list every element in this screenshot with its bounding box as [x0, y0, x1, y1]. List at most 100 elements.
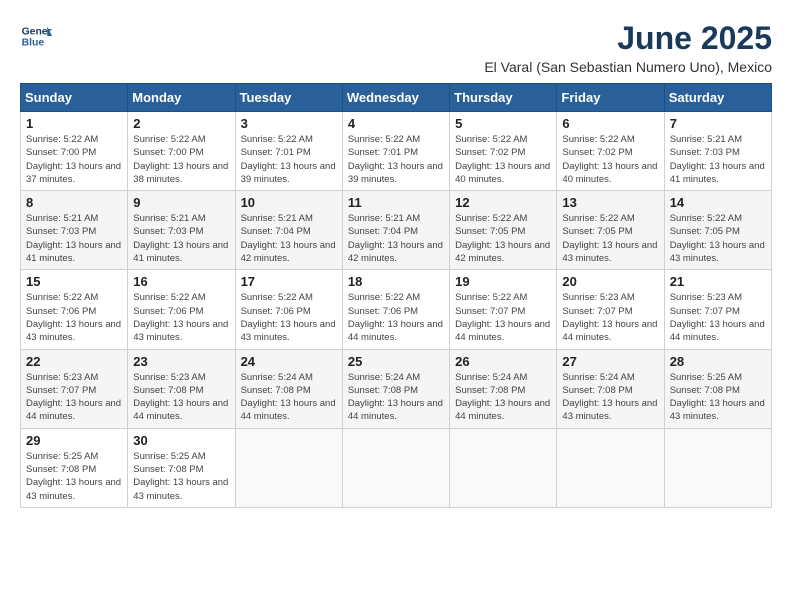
day-number: 25 [348, 354, 444, 369]
header-tuesday: Tuesday [235, 84, 342, 112]
calendar-cell: 17 Sunrise: 5:22 AMSunset: 7:06 PMDayligh… [235, 270, 342, 349]
day-number: 21 [670, 274, 766, 289]
day-number: 6 [562, 116, 658, 131]
day-info: Sunrise: 5:21 AMSunset: 7:03 PMDaylight:… [26, 212, 122, 265]
calendar-cell: 19Sunrise: 5:22 AMSunset: 7:07 PMDayligh… [450, 270, 557, 349]
location-title: El Varal (San Sebastian Numero Uno), Mex… [484, 59, 772, 75]
calendar-cell: 22Sunrise: 5:23 AMSunset: 7:07 PMDayligh… [21, 349, 128, 428]
day-number: 5 [455, 116, 551, 131]
day-number: 27 [562, 354, 658, 369]
calendar-cell: 7 Sunrise: 5:21 AMSunset: 7:03 PMDaylight… [664, 112, 771, 191]
calendar-cell: 30Sunrise: 5:25 AMSunset: 7:08 PMDayligh… [128, 428, 235, 507]
calendar-cell: 11Sunrise: 5:21 AMSunset: 7:04 PMDayligh… [342, 191, 449, 270]
day-number: 26 [455, 354, 551, 369]
calendar-cell [342, 428, 449, 507]
day-number: 20 [562, 274, 658, 289]
day-number: 11 [348, 195, 444, 210]
page-header: General Blue June 2025 El Varal (San Seb… [20, 20, 772, 75]
day-info: Sunrise: 5:21 AMSunset: 7:03 PMDaylight:… [670, 133, 766, 186]
header-wednesday: Wednesday [342, 84, 449, 112]
calendar-cell: 2 Sunrise: 5:22 AMSunset: 7:00 PMDaylight… [128, 112, 235, 191]
calendar-cell: 8 Sunrise: 5:21 AMSunset: 7:03 PMDaylight… [21, 191, 128, 270]
day-info: Sunrise: 5:22 AMSunset: 7:06 PMDaylight:… [348, 291, 444, 344]
day-number: 13 [562, 195, 658, 210]
day-info: Sunrise: 5:25 AMSunset: 7:08 PMDaylight:… [670, 371, 766, 424]
day-info: Sunrise: 5:22 AMSunset: 7:05 PMDaylight:… [670, 212, 766, 265]
calendar-cell: 13 Sunrise: 5:22 AMSunset: 7:05 PMDayligh… [557, 191, 664, 270]
day-number: 12 [455, 195, 551, 210]
day-number: 4 [348, 116, 444, 131]
logo: General Blue [20, 20, 52, 52]
calendar-cell: 18Sunrise: 5:22 AMSunset: 7:06 PMDayligh… [342, 270, 449, 349]
calendar-cell: 26 Sunrise: 5:24 AMSunset: 7:08 PMDayligh… [450, 349, 557, 428]
header-friday: Friday [557, 84, 664, 112]
calendar-cell: 24Sunrise: 5:24 AMSunset: 7:08 PMDayligh… [235, 349, 342, 428]
calendar-row-0: 1 Sunrise: 5:22 AMSunset: 7:00 PMDaylight… [21, 112, 772, 191]
calendar-cell: 6 Sunrise: 5:22 AMSunset: 7:02 PMDaylight… [557, 112, 664, 191]
day-info: Sunrise: 5:22 AMSunset: 7:00 PMDaylight:… [133, 133, 229, 186]
day-number: 2 [133, 116, 229, 131]
day-info: Sunrise: 5:22 AMSunset: 7:06 PMDaylight:… [241, 291, 337, 344]
day-info: Sunrise: 5:22 AMSunset: 7:00 PMDaylight:… [26, 133, 122, 186]
day-number: 24 [241, 354, 337, 369]
day-number: 23 [133, 354, 229, 369]
calendar-row-4: 29Sunrise: 5:25 AMSunset: 7:08 PMDayligh… [21, 428, 772, 507]
day-number: 19 [455, 274, 551, 289]
calendar-cell: 9Sunrise: 5:21 AMSunset: 7:03 PMDaylight… [128, 191, 235, 270]
day-info: Sunrise: 5:22 AMSunset: 7:01 PMDaylight:… [241, 133, 337, 186]
day-info: Sunrise: 5:22 AMSunset: 7:05 PMDaylight:… [562, 212, 658, 265]
day-info: Sunrise: 5:24 AMSunset: 7:08 PMDaylight:… [455, 371, 551, 424]
calendar-cell: 29Sunrise: 5:25 AMSunset: 7:08 PMDayligh… [21, 428, 128, 507]
calendar-cell [664, 428, 771, 507]
header-sunday: Sunday [21, 84, 128, 112]
day-number: 14 [670, 195, 766, 210]
calendar-cell: 16Sunrise: 5:22 AMSunset: 7:06 PMDayligh… [128, 270, 235, 349]
calendar-cell: 15 Sunrise: 5:22 AMSunset: 7:06 PMDayligh… [21, 270, 128, 349]
day-info: Sunrise: 5:21 AMSunset: 7:04 PMDaylight:… [241, 212, 337, 265]
day-info: Sunrise: 5:22 AMSunset: 7:02 PMDaylight:… [455, 133, 551, 186]
calendar-cell [450, 428, 557, 507]
day-number: 15 [26, 274, 122, 289]
calendar-cell: 25 Sunrise: 5:24 AMSunset: 7:08 PMDayligh… [342, 349, 449, 428]
day-info: Sunrise: 5:23 AMSunset: 7:07 PMDaylight:… [562, 291, 658, 344]
day-number: 8 [26, 195, 122, 210]
day-info: Sunrise: 5:22 AMSunset: 7:05 PMDaylight:… [455, 212, 551, 265]
logo-icon: General Blue [20, 20, 52, 52]
calendar-cell: 12 Sunrise: 5:22 AMSunset: 7:05 PMDayligh… [450, 191, 557, 270]
day-number: 10 [241, 195, 337, 210]
day-number: 28 [670, 354, 766, 369]
day-number: 17 [241, 274, 337, 289]
day-number: 3 [241, 116, 337, 131]
day-number: 1 [26, 116, 122, 131]
calendar-cell: 21 Sunrise: 5:23 AMSunset: 7:07 PMDayligh… [664, 270, 771, 349]
day-info: Sunrise: 5:24 AMSunset: 7:08 PMDaylight:… [348, 371, 444, 424]
calendar-cell [557, 428, 664, 507]
header-monday: Monday [128, 84, 235, 112]
calendar-cell: 1 Sunrise: 5:22 AMSunset: 7:00 PMDaylight… [21, 112, 128, 191]
day-info: Sunrise: 5:22 AMSunset: 7:06 PMDaylight:… [26, 291, 122, 344]
calendar-row-3: 22Sunrise: 5:23 AMSunset: 7:07 PMDayligh… [21, 349, 772, 428]
day-info: Sunrise: 5:22 AMSunset: 7:02 PMDaylight:… [562, 133, 658, 186]
calendar-table: Sunday Monday Tuesday Wednesday Thursday… [20, 83, 772, 508]
calendar-cell: 3 Sunrise: 5:22 AMSunset: 7:01 PMDaylight… [235, 112, 342, 191]
calendar-cell: 20 Sunrise: 5:23 AMSunset: 7:07 PMDayligh… [557, 270, 664, 349]
calendar-row-2: 15 Sunrise: 5:22 AMSunset: 7:06 PMDayligh… [21, 270, 772, 349]
day-info: Sunrise: 5:23 AMSunset: 7:07 PMDaylight:… [26, 371, 122, 424]
day-number: 9 [133, 195, 229, 210]
calendar-cell: 23Sunrise: 5:23 AMSunset: 7:08 PMDayligh… [128, 349, 235, 428]
calendar-cell: 27 Sunrise: 5:24 AMSunset: 7:08 PMDayligh… [557, 349, 664, 428]
day-number: 16 [133, 274, 229, 289]
calendar-cell [235, 428, 342, 507]
calendar-cell: 28 Sunrise: 5:25 AMSunset: 7:08 PMDayligh… [664, 349, 771, 428]
month-title: June 2025 [484, 20, 772, 57]
day-info: Sunrise: 5:24 AMSunset: 7:08 PMDaylight:… [562, 371, 658, 424]
calendar-row-1: 8 Sunrise: 5:21 AMSunset: 7:03 PMDaylight… [21, 191, 772, 270]
day-info: Sunrise: 5:22 AMSunset: 7:01 PMDaylight:… [348, 133, 444, 186]
day-info: Sunrise: 5:25 AMSunset: 7:08 PMDaylight:… [133, 450, 229, 503]
calendar-cell: 5 Sunrise: 5:22 AMSunset: 7:02 PMDaylight… [450, 112, 557, 191]
day-info: Sunrise: 5:23 AMSunset: 7:07 PMDaylight:… [670, 291, 766, 344]
calendar-cell: 4 Sunrise: 5:22 AMSunset: 7:01 PMDaylight… [342, 112, 449, 191]
header-thursday: Thursday [450, 84, 557, 112]
title-area: June 2025 El Varal (San Sebastian Numero… [484, 20, 772, 75]
day-number: 7 [670, 116, 766, 131]
